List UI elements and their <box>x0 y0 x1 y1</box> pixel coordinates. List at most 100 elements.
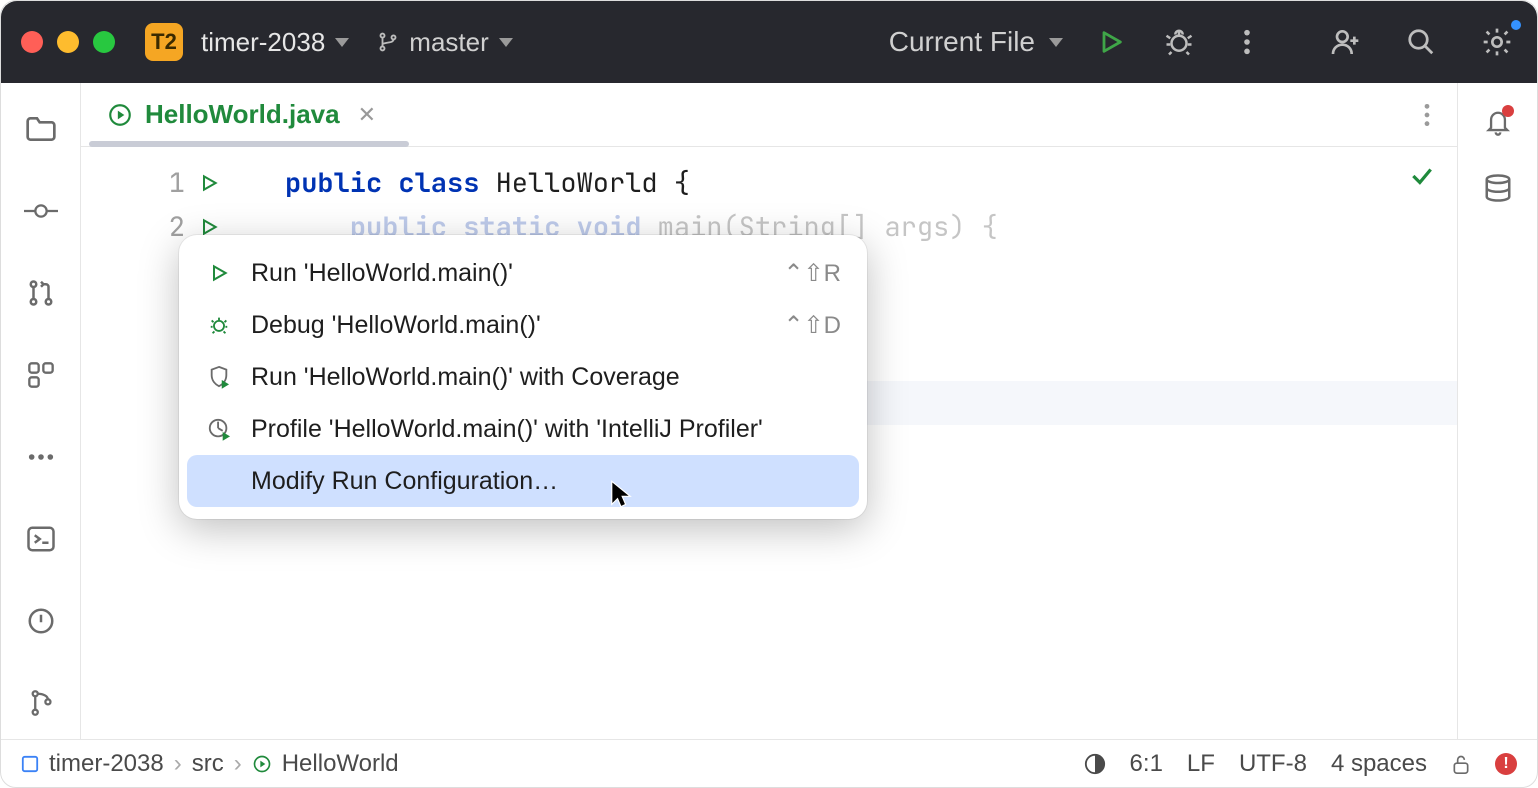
run-config-selector[interactable]: Current File <box>889 26 1063 58</box>
structure-tool-button[interactable] <box>19 353 63 397</box>
gutter-run-button[interactable] <box>199 217 219 237</box>
tab-helloworld[interactable]: HelloWorld.java ✕ <box>89 83 394 146</box>
play-icon <box>199 173 219 193</box>
search-everywhere-button[interactable] <box>1401 22 1441 62</box>
terminal-tool-button[interactable] <box>19 517 63 561</box>
line-number: 1 <box>155 165 185 201</box>
git-icon <box>28 688 54 718</box>
commit-icon <box>24 201 58 221</box>
minimize-window-button[interactable] <box>57 31 79 53</box>
menu-item-profile[interactable]: Profile 'HelloWorld.main()' with 'Intell… <box>187 403 859 455</box>
keyword: public <box>285 165 382 201</box>
kebab-icon <box>1423 102 1431 128</box>
terminal-icon <box>26 525 56 553</box>
status-bar: timer-2038 › src › HelloWorld 6:1 LF UTF… <box>1 739 1537 787</box>
keyword: class <box>398 165 479 201</box>
warning-circle-icon <box>26 606 56 636</box>
database-icon <box>1483 173 1513 203</box>
structure-icon <box>27 361 55 389</box>
ellipsis-icon <box>27 453 55 461</box>
reader-mode-toggle[interactable] <box>1084 753 1106 775</box>
run-gutter-context-menu: Run 'HelloWorld.main()' ⌃⇧R Debug 'Hello… <box>179 235 867 519</box>
bug-icon <box>1164 27 1194 57</box>
chevron-down-icon <box>335 38 349 47</box>
kebab-icon <box>1243 28 1251 56</box>
file-encoding[interactable]: UTF-8 <box>1239 750 1307 778</box>
settings-button[interactable] <box>1477 22 1517 62</box>
menu-item-coverage[interactable]: Run 'HelloWorld.main()' with Coverage <box>187 351 859 403</box>
menu-item-label: Run 'HelloWorld.main()' with Coverage <box>251 363 680 392</box>
shield-run-icon <box>205 365 233 389</box>
add-user-icon <box>1329 26 1361 58</box>
gear-icon <box>1481 26 1513 58</box>
menu-item-label: Run 'HelloWorld.main()' <box>251 259 513 288</box>
more-actions-button[interactable] <box>1227 22 1267 62</box>
menu-item-run[interactable]: Run 'HelloWorld.main()' ⌃⇧R <box>187 247 859 299</box>
play-icon <box>1097 28 1125 56</box>
commit-tool-button[interactable] <box>19 189 63 233</box>
pull-requests-tool-button[interactable] <box>19 271 63 315</box>
run-button[interactable] <box>1091 22 1131 62</box>
right-tool-rail <box>1457 83 1537 739</box>
checkmark-icon <box>1409 163 1435 189</box>
close-window-button[interactable] <box>21 31 43 53</box>
indent-settings[interactable]: 4 spaces <box>1331 750 1427 778</box>
branch-icon <box>377 29 399 55</box>
bug-icon <box>205 314 233 336</box>
left-tool-rail <box>1 83 81 739</box>
readonly-toggle[interactable] <box>1451 753 1471 775</box>
error-badge-icon: ! <box>1495 753 1517 775</box>
debug-button[interactable] <box>1159 22 1199 62</box>
tab-filename: HelloWorld.java <box>145 99 340 130</box>
problems-indicator[interactable]: ! <box>1495 753 1517 775</box>
tab-close-button[interactable]: ✕ <box>358 102 376 128</box>
notification-indicator-dot <box>1502 105 1514 117</box>
git-branch-selector[interactable]: master <box>377 27 512 58</box>
notifications-button[interactable] <box>1484 107 1512 137</box>
pull-request-icon <box>26 278 56 308</box>
gutter-run-button[interactable] <box>199 173 219 193</box>
project-selector[interactable]: timer-2038 <box>201 27 349 58</box>
inspection-status-ok[interactable] <box>1409 163 1435 189</box>
navigation-breadcrumbs[interactable]: timer-2038 › src › HelloWorld <box>21 750 399 778</box>
play-icon <box>205 263 233 283</box>
mouse-cursor-icon <box>609 479 633 509</box>
vcs-tool-button[interactable] <box>19 681 63 725</box>
menu-item-label: Debug 'HelloWorld.main()' <box>251 311 541 340</box>
titlebar: T2 timer-2038 master Current File <box>1 1 1537 83</box>
database-tool-button[interactable] <box>1483 173 1513 203</box>
code-with-me-button[interactable] <box>1325 22 1365 62</box>
unlock-icon <box>1451 753 1471 775</box>
more-tools-button[interactable] <box>19 435 63 479</box>
caret-position[interactable]: 6:1 <box>1130 750 1163 778</box>
java-class-run-icon <box>252 754 272 774</box>
branch-name: master <box>409 27 488 58</box>
tab-options-button[interactable] <box>1423 102 1449 128</box>
play-icon <box>199 217 219 237</box>
project-badge: T2 <box>145 23 183 61</box>
chevron-down-icon <box>499 38 513 47</box>
project-name: timer-2038 <box>201 27 325 58</box>
crumb-src: src <box>192 750 224 778</box>
maximize-window-button[interactable] <box>93 31 115 53</box>
module-icon <box>21 755 39 773</box>
project-tool-button[interactable] <box>19 107 63 151</box>
line-separator[interactable]: LF <box>1187 750 1215 778</box>
java-class-run-icon <box>107 102 133 128</box>
window-controls <box>21 31 115 53</box>
contrast-icon <box>1084 753 1106 775</box>
code-text: HelloWorld { <box>479 165 690 201</box>
menu-item-debug[interactable]: Debug 'HelloWorld.main()' ⌃⇧D <box>187 299 859 351</box>
menu-item-modify-run-config[interactable]: Modify Run Configuration… <box>187 455 859 507</box>
line-number: 2 <box>155 209 185 245</box>
problems-tool-button[interactable] <box>19 599 63 643</box>
menu-item-shortcut: ⌃⇧R <box>783 259 841 288</box>
run-config-label: Current File <box>889 26 1035 58</box>
menu-item-label: Profile 'HelloWorld.main()' with 'Intell… <box>251 415 763 444</box>
editor-tabs: HelloWorld.java ✕ <box>81 83 1457 147</box>
menu-item-label: Modify Run Configuration… <box>251 467 558 496</box>
folder-icon <box>25 115 57 143</box>
search-icon <box>1406 27 1436 57</box>
chevron-down-icon <box>1049 38 1063 47</box>
update-indicator-dot <box>1511 20 1521 30</box>
